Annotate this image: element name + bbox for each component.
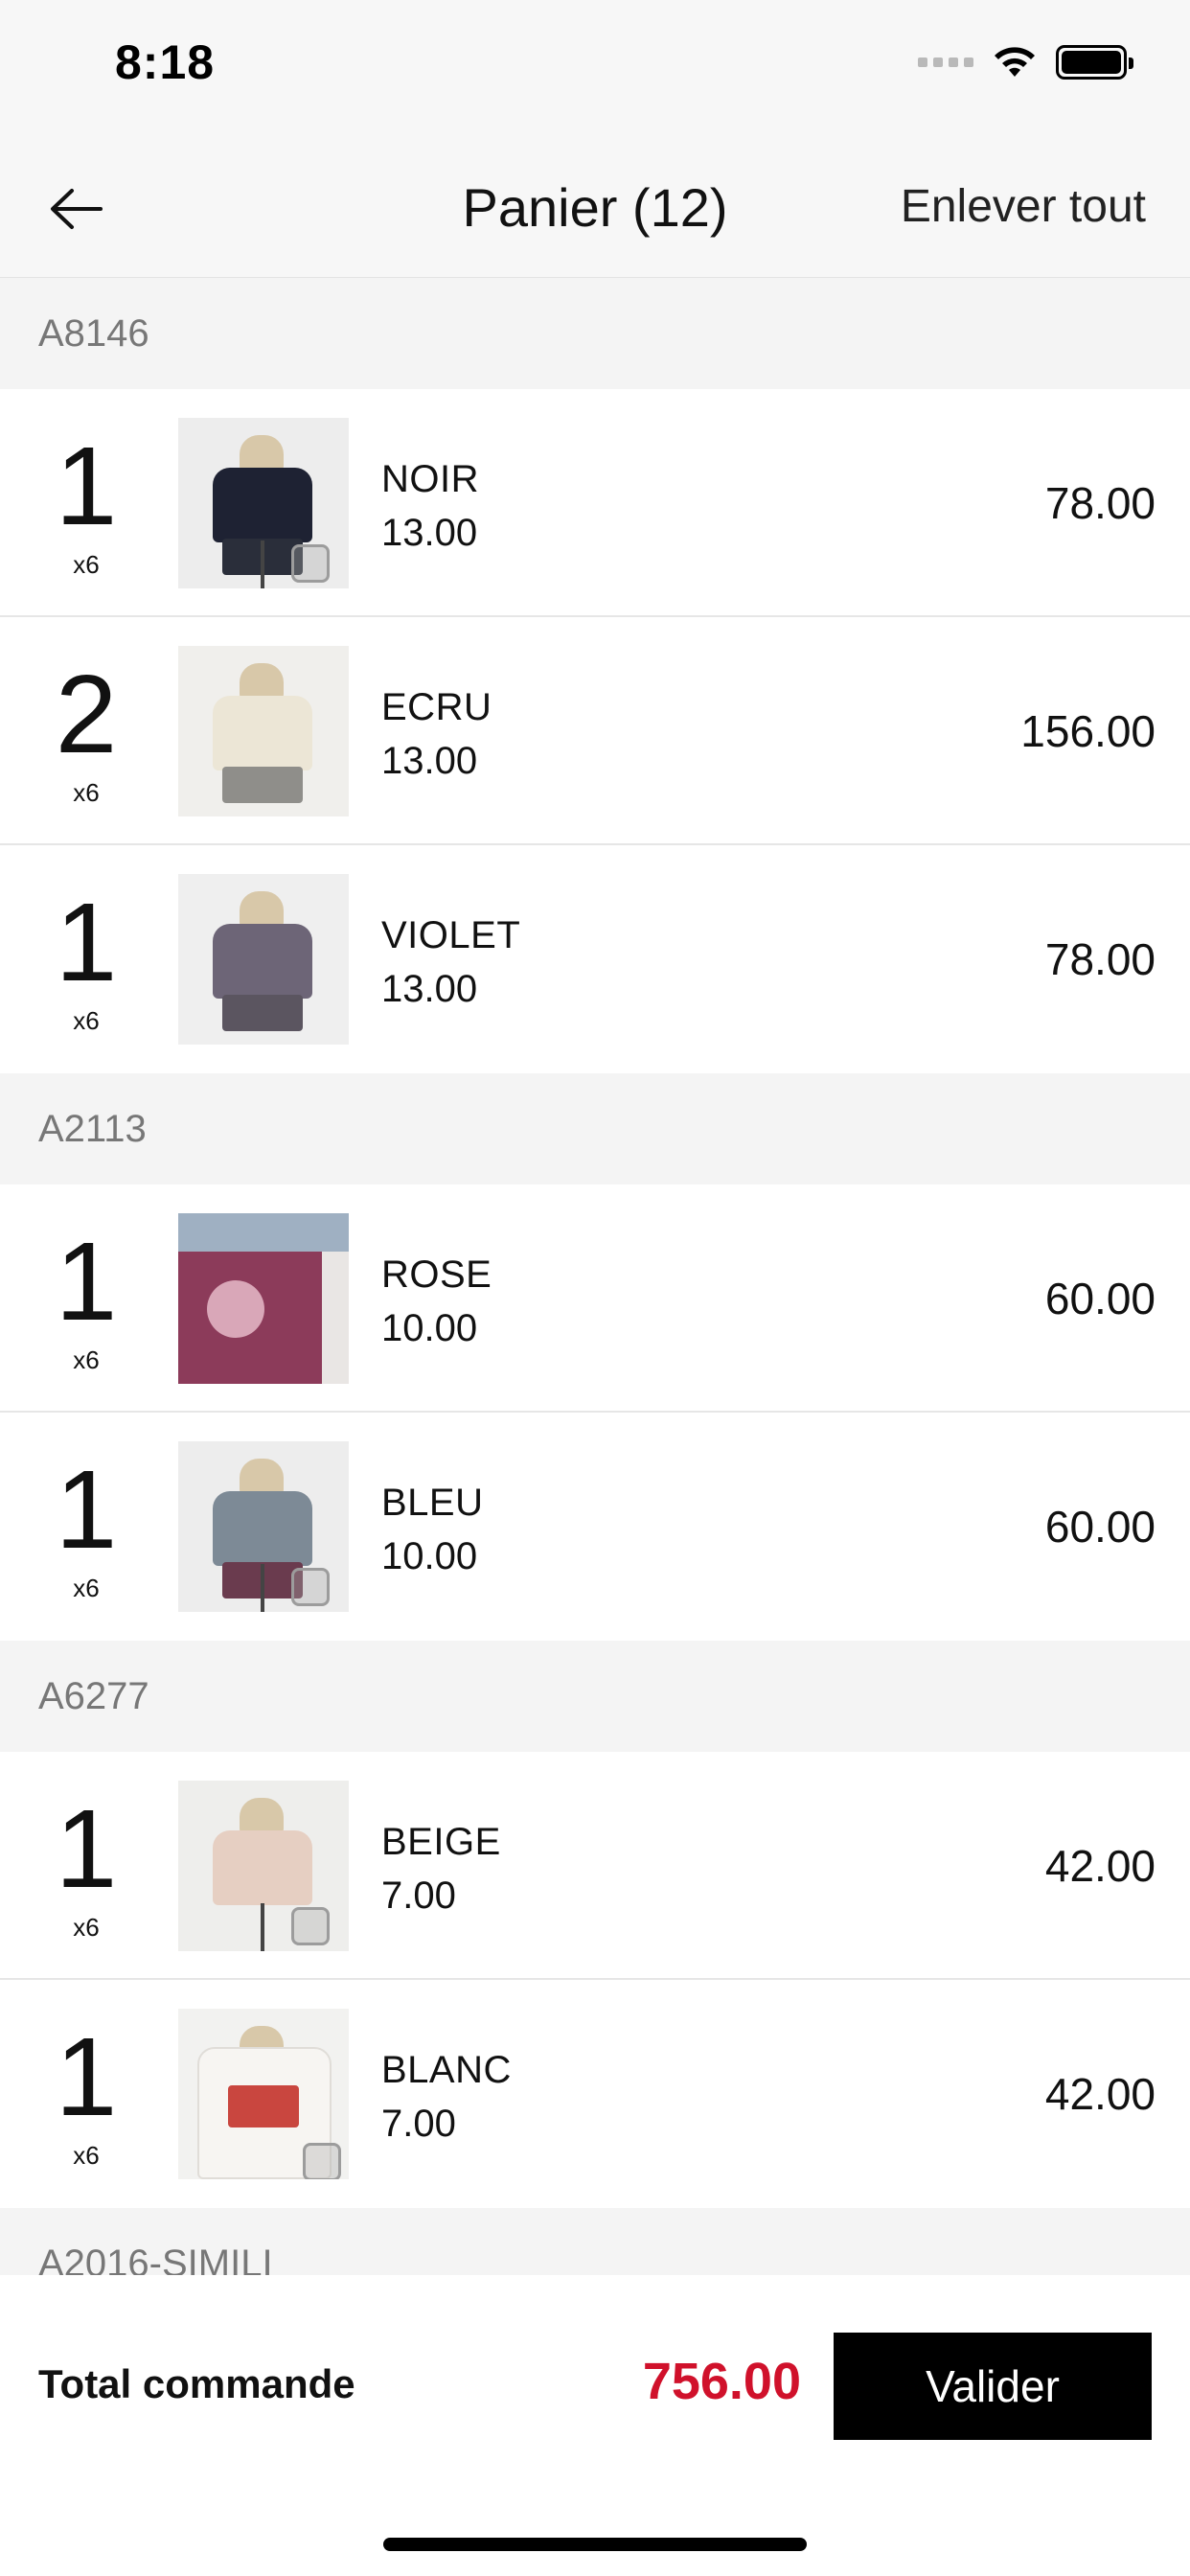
item-color: BEIGE: [381, 1821, 501, 1863]
cart-item-row[interactable]: 1 x6 BLANC 7.00 42.00: [0, 1980, 1190, 2208]
item-unit-price: 7.00: [381, 2103, 456, 2145]
item-pack-size: x6: [73, 1346, 100, 1374]
cart-item-row[interactable]: 1 x6 BEIGE 7.00 42.00: [0, 1752, 1190, 1980]
product-image: [178, 874, 349, 1045]
item-pack-size: x6: [73, 778, 100, 807]
item-pack-size: x6: [73, 2141, 100, 2170]
cart-item-row[interactable]: 2 x6 ECRU 13.00 156.00: [0, 617, 1190, 845]
total-value: 756.00: [642, 2353, 801, 2410]
item-unit-price: 13.00: [381, 512, 478, 554]
item-total: 78.00: [1044, 934, 1156, 984]
item-total: 60.00: [1044, 1274, 1156, 1323]
item-unit-price: 7.00: [381, 1874, 456, 1917]
wifi-icon: [995, 47, 1035, 77]
order-footer: Total commande 756.00 Valider: [0, 2275, 1190, 2576]
signal-icon: [918, 58, 973, 67]
item-pack-size: x6: [73, 550, 100, 579]
item-color: ECRU: [381, 686, 492, 728]
item-unit-price: 13.00: [381, 740, 478, 782]
item-quantity: 1: [55, 2014, 118, 2139]
arrow-left-icon: [51, 189, 103, 229]
item-color: NOIR: [381, 458, 479, 500]
remove-all-button[interactable]: Enlever tout: [901, 180, 1146, 233]
item-total: 78.00: [1044, 478, 1156, 528]
item-color: BLANC: [381, 2049, 512, 2091]
product-image: [178, 646, 349, 816]
item-color: ROSE: [381, 1254, 492, 1296]
item-quantity: 1: [55, 1219, 118, 1344]
back-button[interactable]: [42, 174, 111, 243]
item-total: 42.00: [1044, 1841, 1156, 1891]
item-quantity: 2: [55, 652, 118, 776]
cart-item-row[interactable]: 1 x6 VIOLET 13.00 78.00: [0, 845, 1190, 1073]
total-label: Total commande: [38, 2361, 355, 2406]
item-pack-size: x6: [73, 1574, 100, 1602]
status-time: 8:18: [115, 35, 216, 89]
cart-item-row[interactable]: 1 x6 BLEU 10.00 60.00: [0, 1413, 1190, 1641]
product-image: [178, 1781, 349, 1951]
section-header: A8146: [0, 278, 1190, 389]
product-image: [178, 2009, 349, 2179]
item-total: 156.00: [1020, 706, 1156, 756]
cart-item-row[interactable]: 1 x6 ROSE 10.00 60.00: [0, 1184, 1190, 1413]
item-unit-price: 10.00: [381, 1307, 478, 1349]
item-quantity: 1: [55, 880, 118, 1004]
item-pack-size: x6: [73, 1913, 100, 1942]
product-image: [178, 1441, 349, 1612]
item-pack-size: x6: [73, 1006, 100, 1035]
item-quantity: 1: [55, 1447, 118, 1572]
item-unit-price: 10.00: [381, 1535, 478, 1577]
validate-button[interactable]: Valider: [834, 2333, 1152, 2440]
item-color: VIOLET: [381, 914, 521, 956]
product-image: [178, 418, 349, 588]
status-bar: 8:18: [0, 0, 1190, 134]
item-quantity: 1: [55, 424, 118, 548]
item-total: 60.00: [1044, 1502, 1156, 1552]
section-header: A2113: [0, 1073, 1190, 1184]
home-indicator: [383, 2538, 807, 2551]
status-icons: [918, 44, 1133, 80]
item-color: BLEU: [381, 1482, 484, 1524]
item-total: 42.00: [1044, 2069, 1156, 2119]
nav-bar: Panier (12) Enlever tout: [0, 134, 1190, 278]
product-image: [178, 1213, 349, 1384]
item-unit-price: 13.00: [381, 968, 478, 1010]
item-quantity: 1: [55, 1786, 118, 1911]
cart-list[interactable]: A8146 1 x6 NOIR 13.00 78.00 2 x6 ECRU 13…: [0, 278, 1190, 2319]
section-header: A6277: [0, 1641, 1190, 1752]
battery-icon: [1056, 45, 1133, 80]
cart-item-row[interactable]: 1 x6 NOIR 13.00 78.00: [0, 389, 1190, 617]
